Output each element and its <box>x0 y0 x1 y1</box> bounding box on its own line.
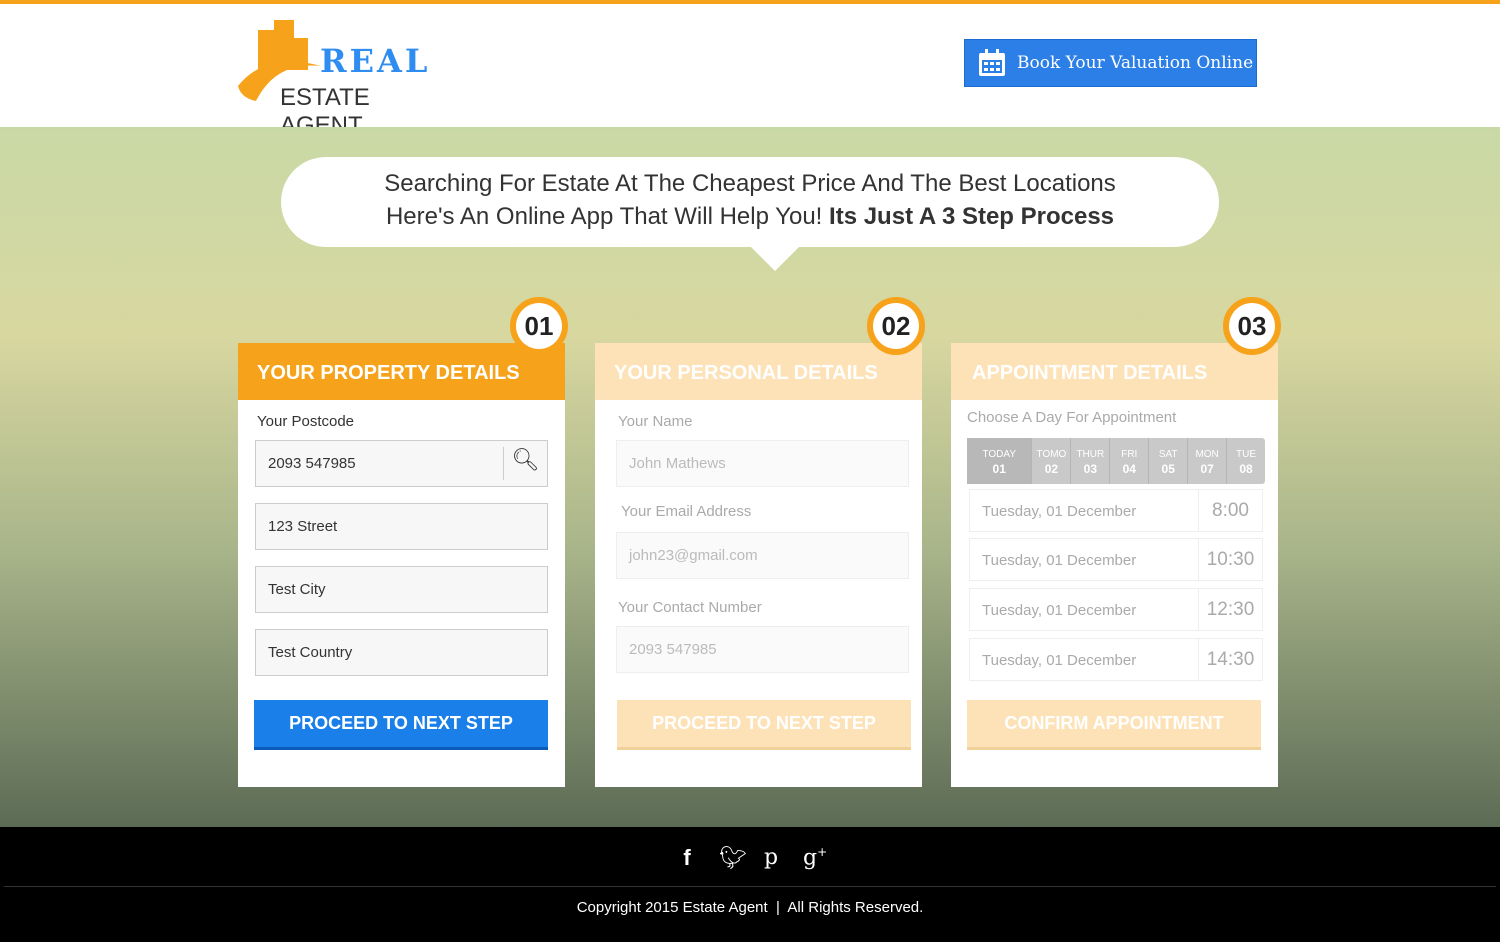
day-name: TUE <box>1236 449 1257 460</box>
pinterest-icon[interactable]: p <box>761 845 781 871</box>
confirm-appointment-button[interactable]: CONFIRM APPOINTMENT <box>967 700 1261 750</box>
banner-line-2: Here's An Online App That Will Help You! <box>385 203 823 230</box>
slot-date: Tuesday, 01 December <box>982 602 1137 619</box>
logo[interactable]: REAL ESTATE AGENT <box>236 14 456 139</box>
day-label: Choose A Day For Appointment <box>967 409 1177 426</box>
step-1-card: 01 YOUR PROPERTY DETAILS Your Postcode 2… <box>238 297 568 787</box>
time-slot[interactable]: Tuesday, 01 December 8:00 <box>969 489 1263 532</box>
twitter-icon[interactable]: 🐦︎ <box>719 845 747 871</box>
day-tab[interactable]: TUE 08 <box>1227 438 1265 484</box>
day-number: 07 <box>1200 462 1214 476</box>
day-number: 08 <box>1239 462 1253 476</box>
day-tab[interactable]: TOMO 02 <box>1032 438 1072 484</box>
step-title: YOUR PROPERTY DETAILS <box>238 343 565 400</box>
time-slot[interactable]: Tuesday, 01 December 12:30 <box>969 588 1263 631</box>
step-title: YOUR PERSONAL DETAILS <box>595 343 922 400</box>
book-button-label: Book Your Valuation Online <box>1017 53 1254 73</box>
slot-time: 14:30 <box>1198 639 1262 680</box>
google-plus-icon[interactable]: g+ <box>803 845 827 871</box>
day-number: 04 <box>1122 462 1136 476</box>
phone-label: Your Contact Number <box>618 599 762 616</box>
day-number: 05 <box>1161 462 1175 476</box>
step-badge: 02 <box>867 297 925 355</box>
time-slot[interactable]: Tuesday, 01 December 10:30 <box>969 538 1263 581</box>
hero-section: Searching For Estate At The Cheapest Pri… <box>0 127 1500 827</box>
country-input[interactable]: Test Country <box>255 629 548 676</box>
time-slot[interactable]: Tuesday, 01 December 14:30 <box>969 638 1263 681</box>
day-number: 02 <box>1044 462 1059 476</box>
slot-date: Tuesday, 01 December <box>982 503 1137 520</box>
slot-time: 10:30 <box>1198 539 1262 580</box>
header: REAL ESTATE AGENT Book Your Valuation On… <box>0 4 1500 139</box>
day-name: TODAY <box>982 449 1016 460</box>
slot-time: 8:00 <box>1198 490 1262 531</box>
copyright: Copyright 2015 Estate Agent | All Rights… <box>576 899 924 916</box>
day-picker: TODAY 01 TOMO 02 THUR 03 FRI 04 SAT 05 MON 07 … <box>967 438 1265 484</box>
social-links: f 🐦︎ p g+ <box>0 845 1500 871</box>
postcode-value: 2093 547985 <box>268 455 356 472</box>
step-title: APPOINTMENT DETAILS <box>951 343 1278 400</box>
day-tab[interactable]: MON 07 <box>1188 438 1228 484</box>
step-2-card: 02 YOUR PERSONAL DETAILS Your Name John … <box>595 297 925 787</box>
slot-date: Tuesday, 01 December <box>982 652 1137 669</box>
intro-banner: Searching For Estate At The Cheapest Pri… <box>281 157 1219 271</box>
search-icon[interactable]: 🔍︎ <box>503 447 547 480</box>
phone-input[interactable]: 2093 547985 <box>616 626 909 673</box>
step-number: 02 <box>873 303 919 349</box>
day-tab[interactable]: SAT 05 <box>1149 438 1189 484</box>
banner-line-2-bold: Its Just A 3 Step Process <box>829 203 1115 230</box>
step-badge: 03 <box>1223 297 1281 355</box>
day-tab[interactable]: FRI 04 <box>1110 438 1150 484</box>
email-input[interactable]: john23@gmail.com <box>616 532 909 579</box>
postcode-label: Your Postcode <box>257 413 355 430</box>
day-name: FRI <box>1121 449 1138 460</box>
banner-line-1: Searching For Estate At The Cheapest Pri… <box>384 170 1116 197</box>
logo-text-real: REAL <box>320 42 431 80</box>
city-input[interactable]: Test City <box>255 566 548 613</box>
step-number: 01 <box>516 303 562 349</box>
calendar-icon <box>979 49 1005 76</box>
proceed-next-step-button[interactable]: PROCEED TO NEXT STEP <box>617 700 911 750</box>
slot-time: 12:30 <box>1198 589 1262 630</box>
day-tab[interactable]: THUR 03 <box>1071 438 1111 484</box>
day-name: SAT <box>1158 449 1178 460</box>
name-label: Your Name <box>618 413 693 430</box>
day-tab[interactable]: TODAY 01 <box>967 438 1033 484</box>
day-number: 01 <box>992 462 1006 476</box>
footer: f 🐦︎ p g+ Copyright 2015 Estate Agent | … <box>0 827 1500 942</box>
street-input[interactable]: 123 Street <box>255 503 548 550</box>
day-name: THUR <box>1076 449 1105 460</box>
day-name: MON <box>1195 449 1219 460</box>
day-name: TOMO <box>1036 449 1067 460</box>
facebook-icon[interactable]: f <box>677 845 697 871</box>
step-badge: 01 <box>510 297 568 355</box>
name-input[interactable]: John Mathews <box>616 440 909 487</box>
slot-date: Tuesday, 01 December <box>982 552 1137 569</box>
email-label: Your Email Address <box>621 503 752 520</box>
postcode-input[interactable]: 2093 547985 🔍︎ <box>255 440 548 487</box>
proceed-next-step-button[interactable]: PROCEED TO NEXT STEP <box>254 700 548 750</box>
step-3-card: 03 APPOINTMENT DETAILS Choose A Day For … <box>951 297 1281 787</box>
step-number: 03 <box>1229 303 1275 349</box>
day-number: 03 <box>1083 462 1098 476</box>
footer-divider <box>4 886 1496 887</box>
book-valuation-button[interactable]: Book Your Valuation Online <box>964 39 1257 87</box>
